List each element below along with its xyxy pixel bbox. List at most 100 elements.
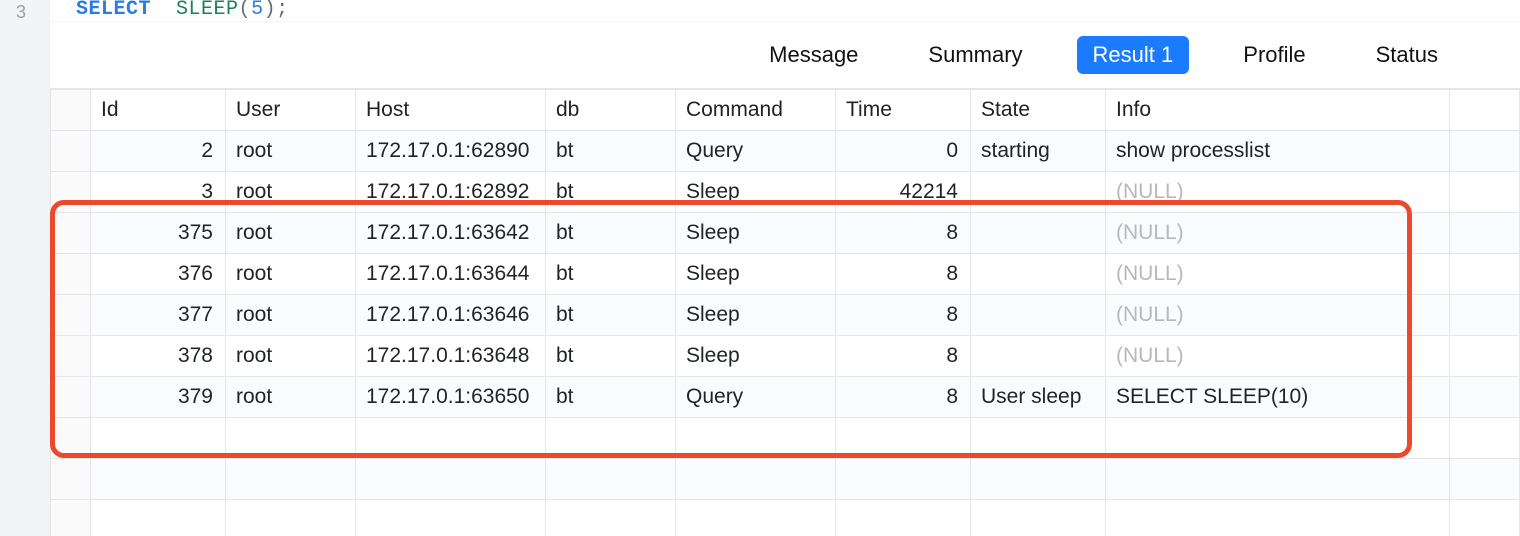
cell-state[interactable] [971,335,1106,376]
cell-command[interactable]: Sleep [676,294,836,335]
cell-time[interactable]: 42214 [836,171,971,212]
cell-time[interactable]: 8 [836,212,971,253]
cell-info[interactable]: (NULL) [1106,253,1450,294]
cell-empty [971,499,1106,536]
tab-profile[interactable]: Profile [1227,36,1321,74]
cell-host[interactable]: 172.17.0.1:62892 [356,171,546,212]
table-row[interactable]: 3root172.17.0.1:62892btSleep42214 (NULL) [51,171,1520,212]
cell-info[interactable]: (NULL) [1106,212,1450,253]
cell-db[interactable]: bt [546,294,676,335]
header-command[interactable]: Command [676,89,836,130]
cell-rownum[interactable] [51,376,91,417]
tab-message[interactable]: Message [753,36,874,74]
cell-time[interactable]: 0 [836,130,971,171]
cell-rownum[interactable] [51,171,91,212]
cell-id[interactable]: 375 [91,212,226,253]
cell-command[interactable]: Sleep [676,253,836,294]
cell-id[interactable]: 3 [91,171,226,212]
cell-state[interactable] [971,171,1106,212]
token-paren-close: ) [264,0,277,20]
cell-user[interactable]: root [226,335,356,376]
cell-tail[interactable] [1450,335,1520,376]
table-row[interactable]: 2root172.17.0.1:62890btQuery0startingsho… [51,130,1520,171]
cell-user[interactable]: root [226,376,356,417]
cell-db[interactable]: bt [546,171,676,212]
cell-empty [356,499,546,536]
editor-gutter: 3 [0,0,50,536]
cell-time[interactable]: 8 [836,376,971,417]
cell-tail[interactable] [1450,171,1520,212]
cell-host[interactable]: 172.17.0.1:63648 [356,335,546,376]
cell-rownum[interactable] [51,130,91,171]
cell-time[interactable]: 8 [836,294,971,335]
cell-command[interactable]: Sleep [676,335,836,376]
cell-info[interactable]: show processlist [1106,130,1450,171]
cell-db[interactable]: bt [546,253,676,294]
cell-user[interactable]: root [226,171,356,212]
cell-command[interactable]: Sleep [676,212,836,253]
cell-rownum[interactable] [51,294,91,335]
cell-empty [546,458,676,499]
token-keyword-select: SELECT [76,0,151,20]
sql-editor-line[interactable]: SELECT SLEEP ( 5 ) ; [50,0,1520,22]
cell-id[interactable]: 378 [91,335,226,376]
tab-summary[interactable]: Summary [912,36,1038,74]
cell-host[interactable]: 172.17.0.1:63646 [356,294,546,335]
cell-tail[interactable] [1450,130,1520,171]
cell-tail[interactable] [1450,294,1520,335]
cell-rownum[interactable] [51,212,91,253]
header-id[interactable]: Id [91,89,226,130]
cell-info[interactable]: (NULL) [1106,294,1450,335]
tab-result1[interactable]: Result 1 [1077,36,1190,74]
table-row[interactable]: 378root172.17.0.1:63648btSleep8 (NULL) [51,335,1520,376]
cell-id[interactable]: 379 [91,376,226,417]
cell-command[interactable]: Query [676,376,836,417]
cell-info[interactable]: (NULL) [1106,171,1450,212]
cell-time[interactable]: 8 [836,335,971,376]
cell-host[interactable]: 172.17.0.1:63642 [356,212,546,253]
cell-state[interactable] [971,212,1106,253]
table-row[interactable]: 376root172.17.0.1:63644btSleep8 (NULL) [51,253,1520,294]
table-header-row: Id User Host db Command Time State Info [51,89,1520,130]
cell-id[interactable]: 377 [91,294,226,335]
cell-time[interactable]: 8 [836,253,971,294]
cell-state[interactable] [971,294,1106,335]
cell-tail[interactable] [1450,376,1520,417]
header-db[interactable]: db [546,89,676,130]
header-host[interactable]: Host [356,89,546,130]
table-row[interactable]: 379root172.17.0.1:63650btQuery8User slee… [51,376,1520,417]
cell-host[interactable]: 172.17.0.1:63644 [356,253,546,294]
cell-db[interactable]: bt [546,130,676,171]
cell-user[interactable]: root [226,212,356,253]
cell-db[interactable]: bt [546,212,676,253]
header-info[interactable]: Info [1106,89,1450,130]
table-row[interactable]: 377root172.17.0.1:63646btSleep8 (NULL) [51,294,1520,335]
cell-state[interactable] [971,253,1106,294]
cell-id[interactable]: 2 [91,130,226,171]
cell-host[interactable]: 172.17.0.1:63650 [356,376,546,417]
cell-user[interactable]: root [226,253,356,294]
table-row[interactable]: 375root172.17.0.1:63642btSleep8 (NULL) [51,212,1520,253]
header-user[interactable]: User [226,89,356,130]
cell-tail[interactable] [1450,253,1520,294]
cell-state[interactable]: User sleep [971,376,1106,417]
cell-rownum[interactable] [51,335,91,376]
cell-user[interactable]: root [226,294,356,335]
cell-id[interactable]: 376 [91,253,226,294]
header-state[interactable]: State [971,89,1106,130]
cell-tail[interactable] [1450,212,1520,253]
cell-command[interactable]: Query [676,130,836,171]
cell-info[interactable]: SELECT SLEEP(10) [1106,376,1450,417]
header-time[interactable]: Time [836,89,971,130]
cell-rownum[interactable] [51,253,91,294]
tab-status[interactable]: Status [1360,36,1454,74]
cell-user[interactable]: root [226,130,356,171]
cell-state[interactable]: starting [971,130,1106,171]
cell-host[interactable]: 172.17.0.1:62890 [356,130,546,171]
result-grid[interactable]: Id User Host db Command Time State Info … [50,89,1520,536]
cell-empty [226,499,356,536]
cell-info[interactable]: (NULL) [1106,335,1450,376]
cell-db[interactable]: bt [546,335,676,376]
cell-command[interactable]: Sleep [676,171,836,212]
cell-db[interactable]: bt [546,376,676,417]
